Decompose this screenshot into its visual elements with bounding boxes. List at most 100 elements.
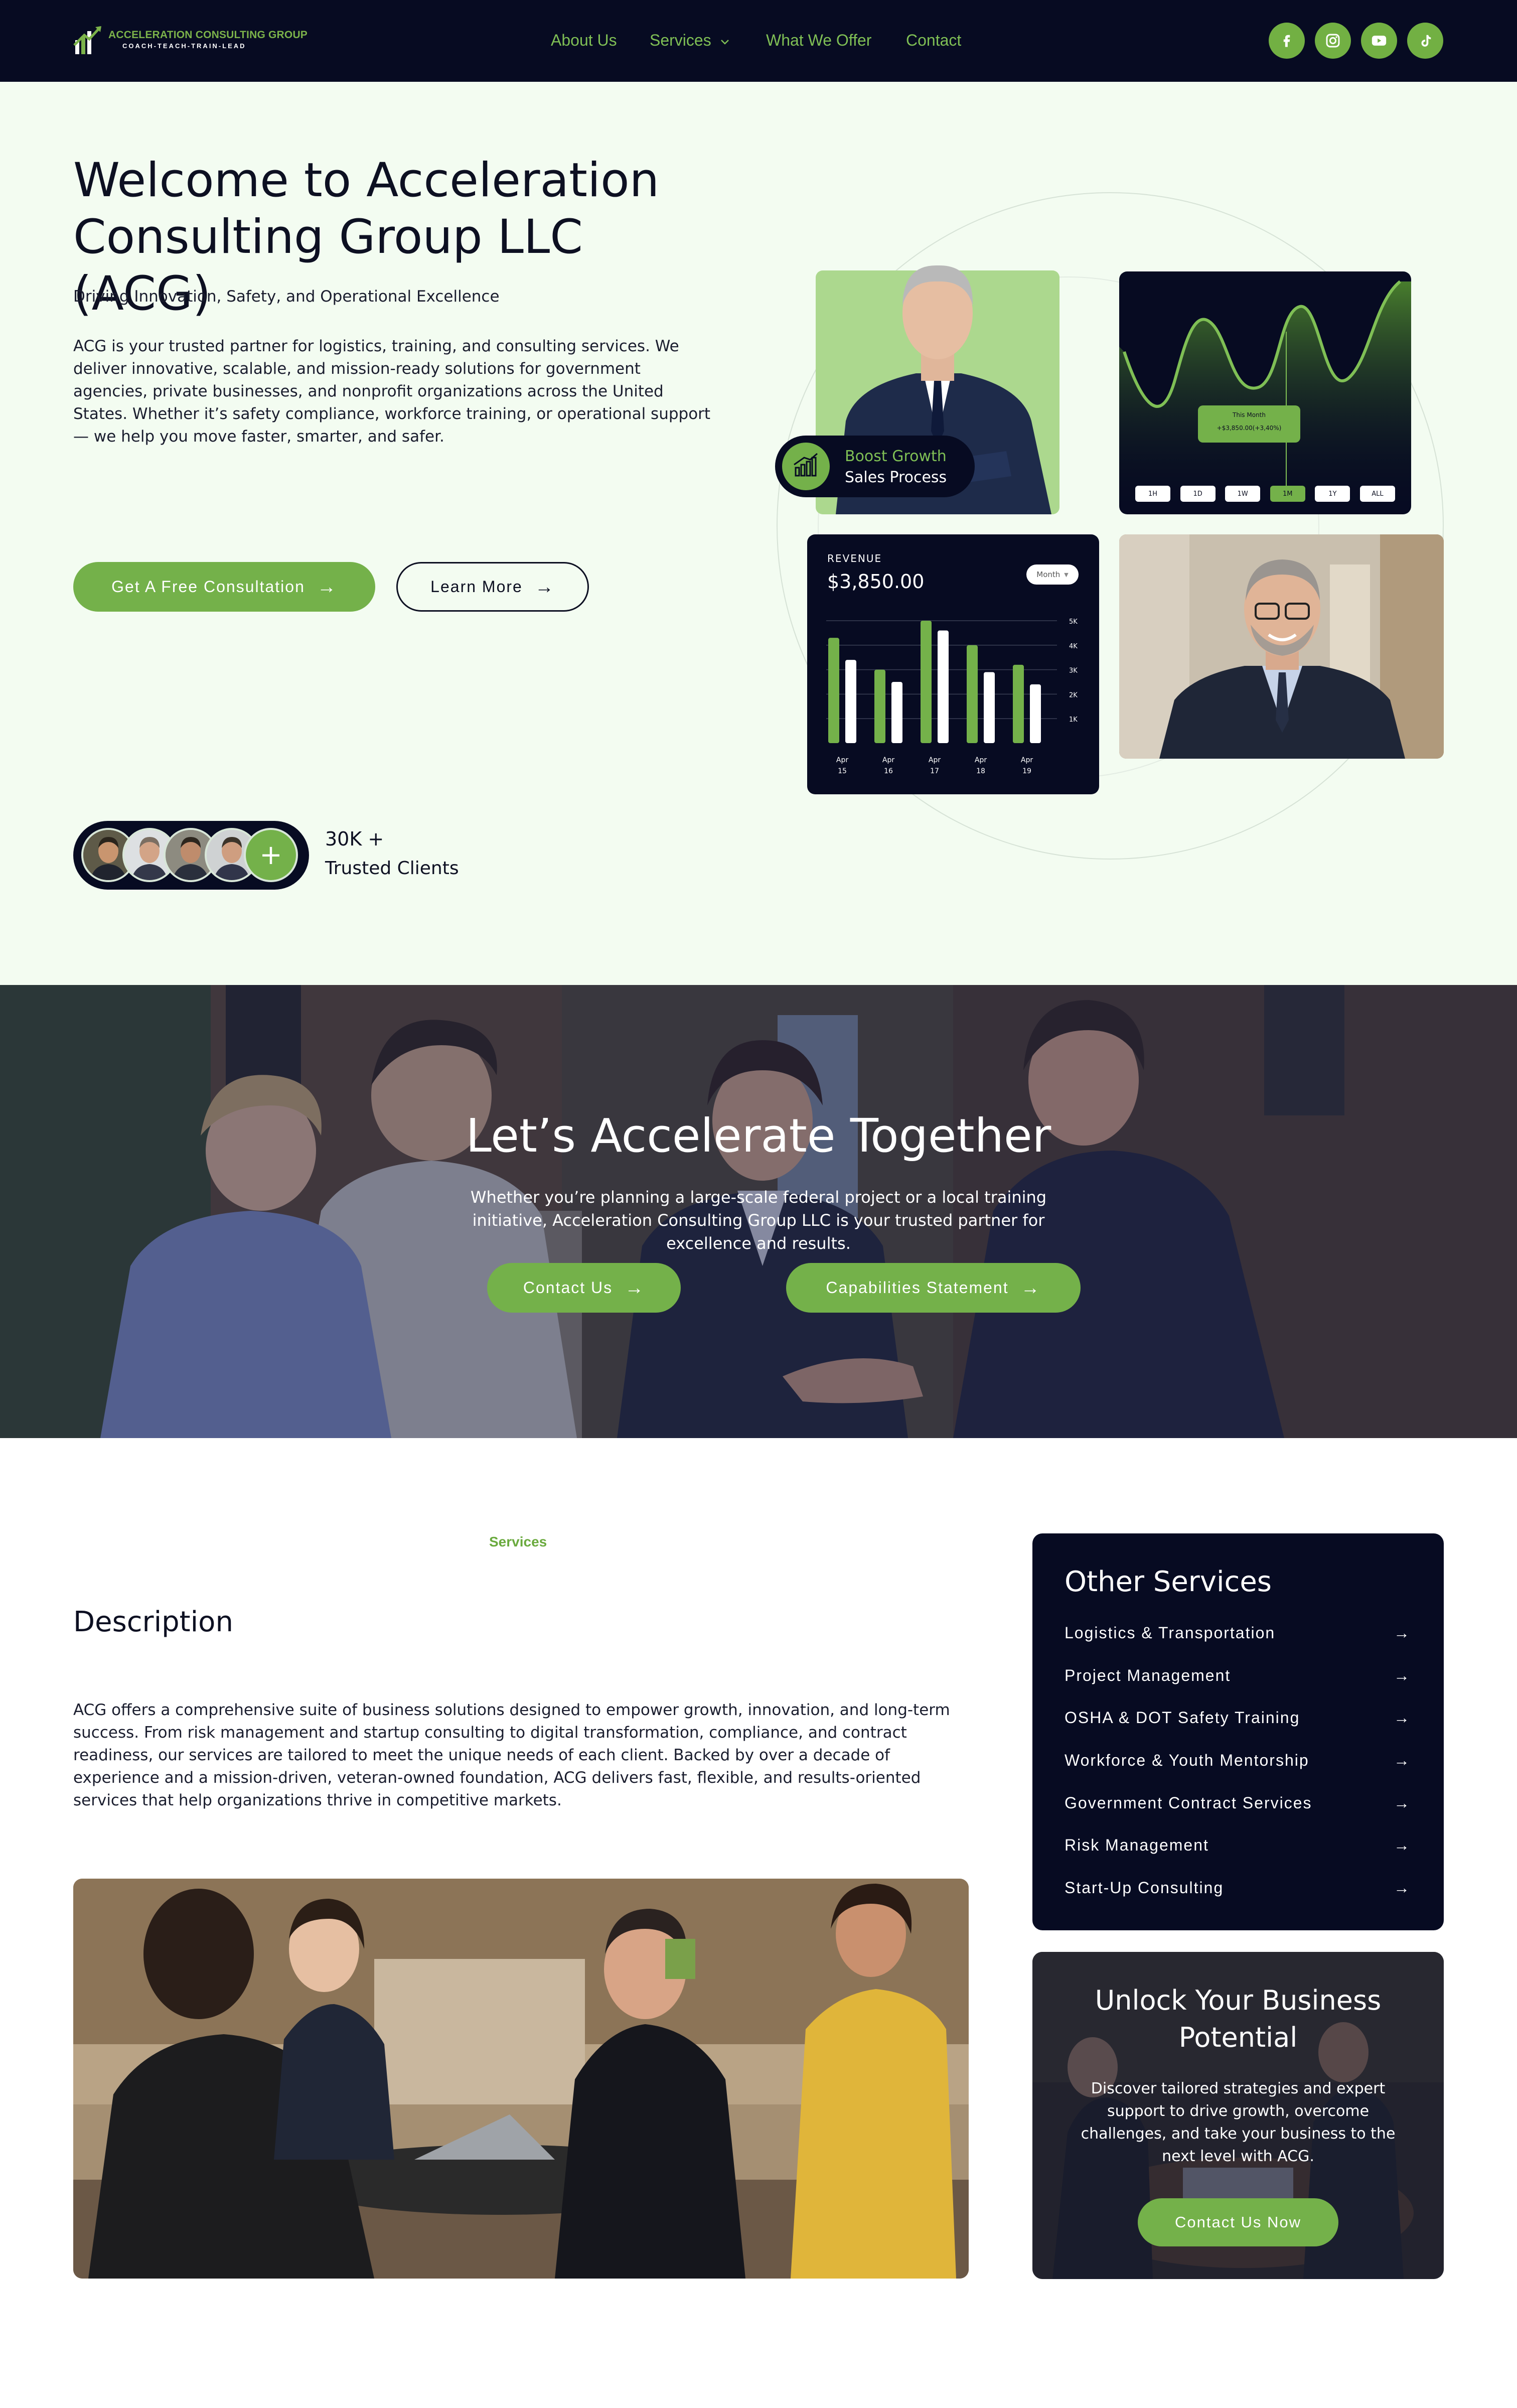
chart-bar-white — [984, 672, 995, 743]
range-1m-active[interactable]: 1M — [1270, 486, 1305, 502]
service-link-label: Start-Up Consulting — [1065, 1878, 1224, 1897]
learn-more-label: Learn More — [430, 578, 523, 596]
capabilities-statement-button[interactable]: Capabilities Statement → — [786, 1263, 1081, 1313]
chart-y-tick-label: 5K — [1069, 618, 1078, 626]
arrow-right-icon: → — [1394, 1878, 1411, 1897]
range-1h[interactable]: 1H — [1135, 486, 1170, 502]
growth-line-card: This Month +$3,850.00(+3,40%) 1H 1D 1W 1… — [1119, 271, 1411, 514]
service-link-startup-consulting[interactable]: Start-Up Consulting → — [1065, 1875, 1411, 1900]
facebook-icon — [1283, 35, 1290, 47]
chart-x-tick-label: Apr — [975, 756, 987, 764]
meeting-photo — [73, 1879, 969, 2279]
arrow-right-icon: → — [1394, 1666, 1411, 1684]
arrow-right-icon: → — [625, 1277, 645, 1299]
chart-bar-white — [891, 682, 902, 743]
arrow-right-icon: → — [1020, 1277, 1041, 1299]
tiktok-link[interactable] — [1407, 23, 1443, 59]
cta-title: Unlock Your Business Potential — [1095, 1985, 1382, 2053]
contact-us-now-button[interactable]: Contact Us Now — [1138, 2198, 1338, 2246]
chart-x-tick-label: 17 — [930, 767, 939, 775]
section-eyebrow: Services — [489, 1534, 547, 1549]
chart-x-tick-label: 15 — [838, 767, 847, 775]
instagram-link[interactable] — [1315, 23, 1351, 59]
service-link-label: Logistics & Transportation — [1065, 1623, 1276, 1642]
banner-text: Whether you’re planning a large-scale fe… — [470, 1188, 1047, 1253]
nav-about-us[interactable]: About Us — [551, 31, 617, 50]
capabilities-label: Capabilities Statement — [826, 1279, 1009, 1297]
chart-y-tick-label: 2K — [1069, 691, 1078, 699]
arrow-right-icon: → — [317, 576, 337, 598]
nav-services[interactable]: Services — [650, 31, 731, 50]
service-link-label: Project Management — [1065, 1666, 1231, 1684]
nav-contact[interactable]: Contact — [906, 31, 961, 50]
service-link-label: Government Contract Services — [1065, 1793, 1312, 1812]
logo-wordmark: ACCELERATION CONSULTING GROUP — [108, 29, 308, 41]
chart-x-tick-label: 19 — [1022, 767, 1031, 775]
instagram-icon — [1326, 34, 1340, 48]
chart-y-tick-label: 3K — [1069, 667, 1078, 675]
range-1w[interactable]: 1W — [1225, 486, 1261, 502]
free-consultation-label: Get A Free Consultation — [111, 578, 305, 596]
range-selector: 1H 1D 1W 1M 1Y ALL — [1135, 486, 1395, 503]
advisor-photo-card — [1119, 534, 1444, 759]
banner-contact-button[interactable]: Contact Us → — [487, 1263, 681, 1313]
chart-bar-green — [828, 638, 839, 743]
chart-y-tick-label: 1K — [1069, 716, 1078, 724]
line-tooltip: This Month +$3,850.00(+3,40%) — [1198, 405, 1300, 443]
service-link-label: Risk Management — [1065, 1835, 1209, 1854]
chart-y-tick-label: 4K — [1069, 643, 1078, 650]
arrow-right-icon: → — [534, 576, 555, 598]
arrow-right-icon: → — [1394, 1793, 1411, 1812]
hero-intro: ACG is your trusted partner for logistic… — [73, 337, 711, 446]
chart-bar-white — [938, 630, 949, 743]
cta-text: Discover tailored strategies and expert … — [1081, 2080, 1396, 2165]
chart-bar-green — [1013, 664, 1024, 743]
chart-x-tick-label: Apr — [836, 756, 848, 764]
banner-contact-label: Contact Us — [523, 1279, 613, 1297]
range-all[interactable]: ALL — [1359, 486, 1395, 502]
chart-bar-white — [1030, 684, 1041, 743]
growth-line-graph — [1119, 280, 1411, 514]
range-1y[interactable]: 1Y — [1315, 486, 1350, 502]
chart-bar-green — [921, 621, 932, 743]
top-nav: ACCELERATION CONSULTING GROUP COACH-TEAC… — [0, 0, 1517, 82]
advisor-photo — [1119, 534, 1444, 759]
description-heading: Description — [73, 1606, 233, 1638]
badge-subtitle: Sales Process — [845, 469, 947, 486]
chart-bar-green — [967, 645, 978, 743]
clients-count: 30K + — [325, 828, 384, 850]
other-services-title: Other Services — [1065, 1566, 1272, 1598]
arrow-right-icon: → — [1394, 1751, 1411, 1769]
service-link-government-contract[interactable]: Government Contract Services → — [1065, 1790, 1411, 1815]
revenue-card: REVENUE $3,850.00 Month ▼ 5K 4K 3K 2K 1K Apr 1… — [807, 534, 1099, 794]
more-clients-button[interactable]: + — [244, 828, 298, 882]
facebook-link[interactable] — [1269, 23, 1305, 59]
chart-x-tick-label: Apr — [1021, 756, 1033, 764]
chart-x-tick-label: Apr — [929, 756, 941, 764]
logo-icon — [73, 26, 101, 54]
company-logo[interactable]: ACCELERATION CONSULTING GROUP COACH-TEAC… — [73, 23, 308, 58]
youtube-link[interactable] — [1361, 23, 1397, 59]
nav-what-we-offer[interactable]: What We Offer — [766, 31, 871, 50]
service-link-label: Workforce & Youth Mentorship — [1065, 1751, 1309, 1769]
description-text: ACG offers a comprehensive suite of busi… — [73, 1701, 950, 1809]
banner-title: Let’s Accelerate Together — [466, 1109, 1051, 1163]
service-link-workforce[interactable]: Workforce & Youth Mentorship → — [1065, 1748, 1411, 1773]
service-link-logistics[interactable]: Logistics & Transportation → — [1065, 1620, 1411, 1645]
service-link-project-management[interactable]: Project Management → — [1065, 1663, 1411, 1688]
learn-more-button[interactable]: Learn More → — [396, 562, 589, 612]
badge-title: Boost Growth — [845, 448, 947, 465]
chart-x-tick-label: 16 — [884, 767, 893, 775]
clients-label: Trusted Clients — [325, 858, 459, 879]
chart-bar-green — [874, 669, 885, 743]
range-1d[interactable]: 1D — [1180, 486, 1216, 502]
free-consultation-button[interactable]: Get A Free Consultation → — [73, 562, 375, 612]
youtube-icon — [1372, 36, 1387, 46]
service-link-risk-management[interactable]: Risk Management → — [1065, 1832, 1411, 1858]
boost-growth-badge: Boost Growth Sales Process — [775, 436, 975, 497]
arrow-right-icon: → — [1394, 1623, 1411, 1642]
service-link-osha-dot[interactable]: OSHA & DOT Safety Training → — [1065, 1705, 1411, 1730]
tooltip-title: This Month — [1233, 411, 1266, 418]
clients-avatars: + — [73, 821, 309, 890]
hero-tagline: Driving Innovation, Safety, and Operatio… — [73, 288, 500, 306]
